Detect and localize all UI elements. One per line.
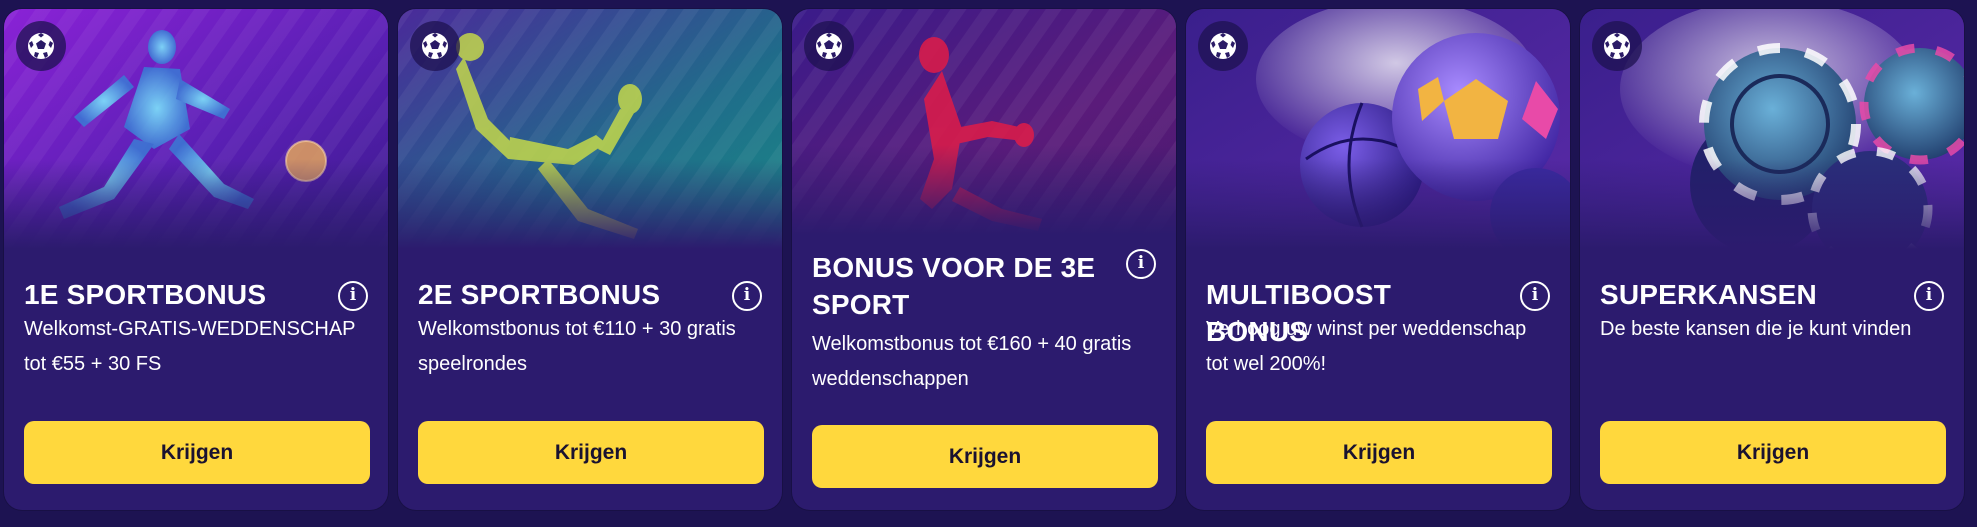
krijgen-button[interactable]: Krijgen (1600, 421, 1946, 484)
info-icon[interactable]: i (1126, 249, 1156, 279)
promo-banner-image (4, 9, 388, 249)
soccer-ball-icon (1198, 21, 1248, 71)
promotions-row: 1E SPORTBONUS i Welkomst-GRATIS-WEDDENSC… (0, 0, 1977, 527)
promo-description: Welkomstbonus tot €110 + 30 gratis speel… (418, 318, 736, 375)
krijgen-button[interactable]: Krijgen (24, 421, 370, 484)
promo-title: BONUS VOOR DE 3E SPORT (812, 252, 1096, 320)
promo-card-body: BONUS VOOR DE 3E SPORT i Welkomstbonus t… (792, 235, 1176, 510)
promo-card-sportbonus-1: 1E SPORTBONUS i Welkomst-GRATIS-WEDDENSC… (4, 9, 388, 510)
krijgen-button[interactable]: Krijgen (812, 425, 1158, 488)
promo-card-body: 2E SPORTBONUS i Welkomstbonus tot €110 +… (398, 249, 782, 510)
promo-description: De beste kansen die je kunt vinden (1600, 318, 1912, 340)
promo-card-sportbonus-2: 2E SPORTBONUS i Welkomstbonus tot €110 +… (398, 9, 782, 510)
promo-description: Welkomstbonus tot €160 + 40 gratis wedde… (812, 333, 1132, 390)
promo-title: 2E SPORTBONUS (418, 279, 661, 310)
info-icon[interactable]: i (1520, 281, 1550, 311)
promo-card-body: MULTIBOOST BONUS i Verhoog uw winst per … (1186, 249, 1570, 510)
info-icon[interactable]: i (732, 281, 762, 311)
promo-banner-image (1580, 9, 1964, 249)
promo-description: Verhoog uw winst per weddenschap tot wel… (1206, 318, 1527, 375)
promo-banner-image (398, 9, 782, 249)
soccer-ball-icon (16, 21, 66, 71)
soccer-ball-icon (1592, 21, 1642, 71)
promo-card-body: SUPERKANSEN i De beste kansen die je kun… (1580, 249, 1964, 510)
soccer-ball-icon (410, 21, 460, 71)
info-icon[interactable]: i (338, 281, 368, 311)
promo-banner-image (1186, 9, 1570, 249)
krijgen-button[interactable]: Krijgen (1206, 421, 1552, 484)
promo-banner-image (792, 9, 1176, 235)
krijgen-button[interactable]: Krijgen (418, 421, 764, 484)
promo-card-superkansen: SUPERKANSEN i De beste kansen die je kun… (1580, 9, 1964, 510)
promo-title: 1E SPORTBONUS (24, 279, 267, 310)
promo-description: Welkomst-GRATIS-WEDDENSCHAP tot €55 + 30… (24, 318, 356, 375)
promo-title: SUPERKANSEN (1600, 279, 1817, 310)
promo-card-sportbonus-3: BONUS VOOR DE 3E SPORT i Welkomstbonus t… (792, 9, 1176, 510)
info-icon[interactable]: i (1914, 281, 1944, 311)
promo-card-multiboost: MULTIBOOST BONUS i Verhoog uw winst per … (1186, 9, 1570, 510)
promo-card-body: 1E SPORTBONUS i Welkomst-GRATIS-WEDDENSC… (4, 249, 388, 510)
soccer-ball-icon (804, 21, 854, 71)
